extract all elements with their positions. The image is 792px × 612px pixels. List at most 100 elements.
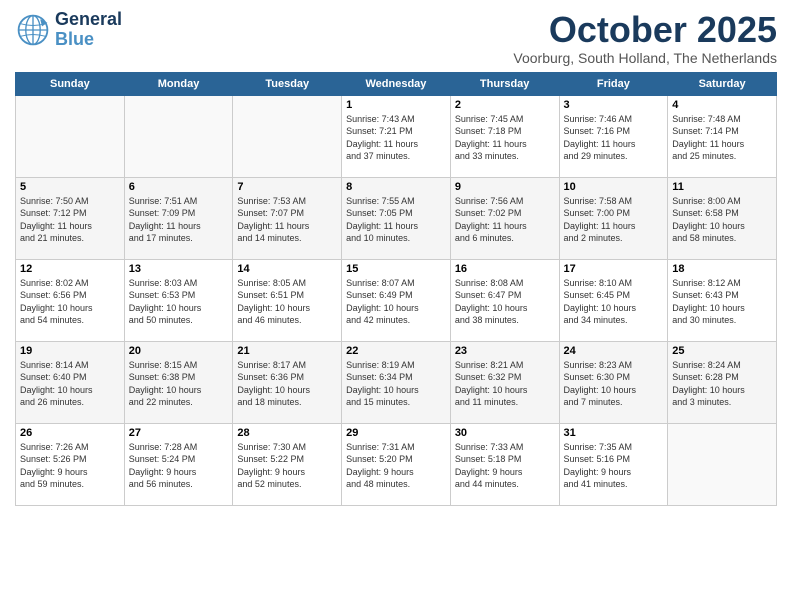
day-info: Sunrise: 8:02 AM Sunset: 6:56 PM Dayligh… [20, 277, 120, 327]
calendar-cell: 16Sunrise: 8:08 AM Sunset: 6:47 PM Dayli… [450, 259, 559, 341]
calendar-cell: 10Sunrise: 7:58 AM Sunset: 7:00 PM Dayli… [559, 177, 668, 259]
weekday-header-sunday: Sunday [16, 72, 125, 95]
day-info: Sunrise: 7:53 AM Sunset: 7:07 PM Dayligh… [237, 195, 337, 245]
day-number: 2 [455, 99, 555, 111]
calendar-cell [233, 95, 342, 177]
page-header: General Blue October 2025 Voorburg, Sout… [15, 10, 777, 66]
calendar-table: SundayMondayTuesdayWednesdayThursdayFrid… [15, 72, 777, 506]
day-number: 8 [346, 181, 446, 193]
calendar-cell: 30Sunrise: 7:33 AM Sunset: 5:18 PM Dayli… [450, 423, 559, 505]
page-container: General Blue October 2025 Voorburg, Sout… [0, 0, 792, 511]
day-info: Sunrise: 8:23 AM Sunset: 6:30 PM Dayligh… [564, 359, 664, 409]
calendar-cell: 9 Sunrise: 7:56 AM Sunset: 7:02 PM Daylig… [450, 177, 559, 259]
day-number: 5 [20, 181, 120, 193]
day-number: 18 [672, 263, 772, 275]
day-info: Sunrise: 7:28 AM Sunset: 5:24 PM Dayligh… [129, 441, 229, 491]
weekday-header-thursday: Thursday [450, 72, 559, 95]
day-number: 9 [455, 181, 555, 193]
day-number: 12 [20, 263, 120, 275]
calendar-cell: 20Sunrise: 8:15 AM Sunset: 6:38 PM Dayli… [124, 341, 233, 423]
calendar-week-1: 1 Sunrise: 7:43 AM Sunset: 7:21 PM Daylig… [16, 95, 777, 177]
day-info: Sunrise: 7:50 AM Sunset: 7:12 PM Dayligh… [20, 195, 120, 245]
day-info: Sunrise: 8:21 AM Sunset: 6:32 PM Dayligh… [455, 359, 555, 409]
calendar-cell: 14 Sunrise: 8:05 AM Sunset: 6:51 PM Dayli… [233, 259, 342, 341]
day-info: Sunrise: 8:19 AM Sunset: 6:34 PM Dayligh… [346, 359, 446, 409]
day-number: 26 [20, 427, 120, 439]
logo: General Blue [15, 10, 122, 50]
calendar-cell: 25Sunrise: 8:24 AM Sunset: 6:28 PM Dayli… [668, 341, 777, 423]
logo-text: General Blue [55, 10, 122, 50]
day-number: 3 [564, 99, 664, 111]
month-title: October 2025 [513, 10, 777, 50]
calendar-cell: 15Sunrise: 8:07 AM Sunset: 6:49 PM Dayli… [342, 259, 451, 341]
day-number: 21 [237, 345, 337, 357]
weekday-header-tuesday: Tuesday [233, 72, 342, 95]
calendar-cell: 12 Sunrise: 8:02 AM Sunset: 6:56 PM Dayli… [16, 259, 125, 341]
day-info: Sunrise: 7:45 AM Sunset: 7:18 PM Dayligh… [455, 113, 555, 163]
day-info: Sunrise: 7:31 AM Sunset: 5:20 PM Dayligh… [346, 441, 446, 491]
logo-general-text: General [55, 10, 122, 30]
weekday-header-wednesday: Wednesday [342, 72, 451, 95]
calendar-cell: 28 Sunrise: 7:30 AM Sunset: 5:22 PM Dayli… [233, 423, 342, 505]
calendar-cell: 29 Sunrise: 7:31 AM Sunset: 5:20 PM Dayli… [342, 423, 451, 505]
calendar-cell: 13Sunrise: 8:03 AM Sunset: 6:53 PM Dayli… [124, 259, 233, 341]
calendar-cell: 11 Sunrise: 8:00 AM Sunset: 6:58 PM Dayli… [668, 177, 777, 259]
day-info: Sunrise: 8:12 AM Sunset: 6:43 PM Dayligh… [672, 277, 772, 327]
calendar-cell [16, 95, 125, 177]
day-info: Sunrise: 7:30 AM Sunset: 5:22 PM Dayligh… [237, 441, 337, 491]
calendar-week-3: 12 Sunrise: 8:02 AM Sunset: 6:56 PM Dayli… [16, 259, 777, 341]
day-info: Sunrise: 7:48 AM Sunset: 7:14 PM Dayligh… [672, 113, 772, 163]
day-number: 20 [129, 345, 229, 357]
calendar-week-2: 5 Sunrise: 7:50 AM Sunset: 7:12 PM Daylig… [16, 177, 777, 259]
day-number: 14 [237, 263, 337, 275]
day-number: 31 [564, 427, 664, 439]
day-info: Sunrise: 7:43 AM Sunset: 7:21 PM Dayligh… [346, 113, 446, 163]
calendar-cell: 31 Sunrise: 7:35 AM Sunset: 5:16 PM Dayli… [559, 423, 668, 505]
calendar-cell: 5 Sunrise: 7:50 AM Sunset: 7:12 PM Daylig… [16, 177, 125, 259]
weekday-header-monday: Monday [124, 72, 233, 95]
day-number: 19 [20, 345, 120, 357]
day-number: 11 [672, 181, 772, 193]
day-info: Sunrise: 8:00 AM Sunset: 6:58 PM Dayligh… [672, 195, 772, 245]
calendar-cell: 22 Sunrise: 8:19 AM Sunset: 6:34 PM Dayli… [342, 341, 451, 423]
weekday-header-saturday: Saturday [668, 72, 777, 95]
day-info: Sunrise: 7:46 AM Sunset: 7:16 PM Dayligh… [564, 113, 664, 163]
logo-globe-icon [15, 12, 51, 48]
calendar-cell [668, 423, 777, 505]
day-info: Sunrise: 7:56 AM Sunset: 7:02 PM Dayligh… [455, 195, 555, 245]
day-info: Sunrise: 8:10 AM Sunset: 6:45 PM Dayligh… [564, 277, 664, 327]
day-info: Sunrise: 7:35 AM Sunset: 5:16 PM Dayligh… [564, 441, 664, 491]
calendar-cell [124, 95, 233, 177]
day-number: 23 [455, 345, 555, 357]
calendar-header: SundayMondayTuesdayWednesdayThursdayFrid… [16, 72, 777, 95]
logo-blue-text: Blue [55, 30, 122, 50]
day-number: 28 [237, 427, 337, 439]
day-info: Sunrise: 8:05 AM Sunset: 6:51 PM Dayligh… [237, 277, 337, 327]
calendar-cell: 17Sunrise: 8:10 AM Sunset: 6:45 PM Dayli… [559, 259, 668, 341]
location: Voorburg, South Holland, The Netherlands [513, 50, 777, 66]
day-number: 24 [564, 345, 664, 357]
day-number: 22 [346, 345, 446, 357]
calendar-cell: 26 Sunrise: 7:26 AM Sunset: 5:26 PM Dayli… [16, 423, 125, 505]
weekday-header-friday: Friday [559, 72, 668, 95]
day-info: Sunrise: 7:58 AM Sunset: 7:00 PM Dayligh… [564, 195, 664, 245]
day-info: Sunrise: 7:55 AM Sunset: 7:05 PM Dayligh… [346, 195, 446, 245]
calendar-cell: 19 Sunrise: 8:14 AM Sunset: 6:40 PM Dayli… [16, 341, 125, 423]
day-info: Sunrise: 7:26 AM Sunset: 5:26 PM Dayligh… [20, 441, 120, 491]
day-info: Sunrise: 8:07 AM Sunset: 6:49 PM Dayligh… [346, 277, 446, 327]
day-number: 29 [346, 427, 446, 439]
day-number: 7 [237, 181, 337, 193]
day-number: 4 [672, 99, 772, 111]
day-info: Sunrise: 8:14 AM Sunset: 6:40 PM Dayligh… [20, 359, 120, 409]
calendar-cell: 2 Sunrise: 7:45 AM Sunset: 7:18 PM Daylig… [450, 95, 559, 177]
day-number: 1 [346, 99, 446, 111]
day-info: Sunrise: 7:51 AM Sunset: 7:09 PM Dayligh… [129, 195, 229, 245]
weekday-row: SundayMondayTuesdayWednesdayThursdayFrid… [16, 72, 777, 95]
calendar-cell: 4 Sunrise: 7:48 AM Sunset: 7:14 PM Daylig… [668, 95, 777, 177]
calendar-cell: 18 Sunrise: 8:12 AM Sunset: 6:43 PM Dayli… [668, 259, 777, 341]
calendar-cell: 8 Sunrise: 7:55 AM Sunset: 7:05 PM Daylig… [342, 177, 451, 259]
day-number: 27 [129, 427, 229, 439]
calendar-cell: 3 Sunrise: 7:46 AM Sunset: 7:16 PM Daylig… [559, 95, 668, 177]
calendar-cell: 7 Sunrise: 7:53 AM Sunset: 7:07 PM Daylig… [233, 177, 342, 259]
day-info: Sunrise: 7:33 AM Sunset: 5:18 PM Dayligh… [455, 441, 555, 491]
